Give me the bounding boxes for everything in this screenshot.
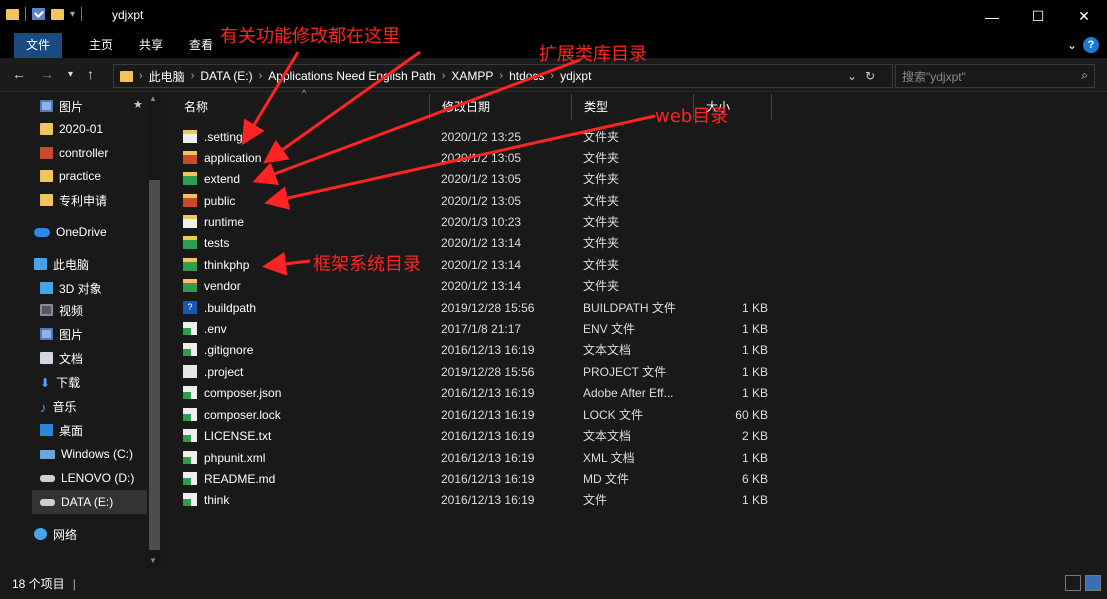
arrow-to-public bbox=[264, 114, 656, 210]
arrow-to-application bbox=[263, 50, 421, 164]
arrow-to-settings bbox=[241, 51, 300, 146]
arrow-to-extend bbox=[252, 58, 581, 185]
arrow-to-thinkphp bbox=[262, 251, 311, 276]
annotation-arrows bbox=[241, 50, 656, 276]
